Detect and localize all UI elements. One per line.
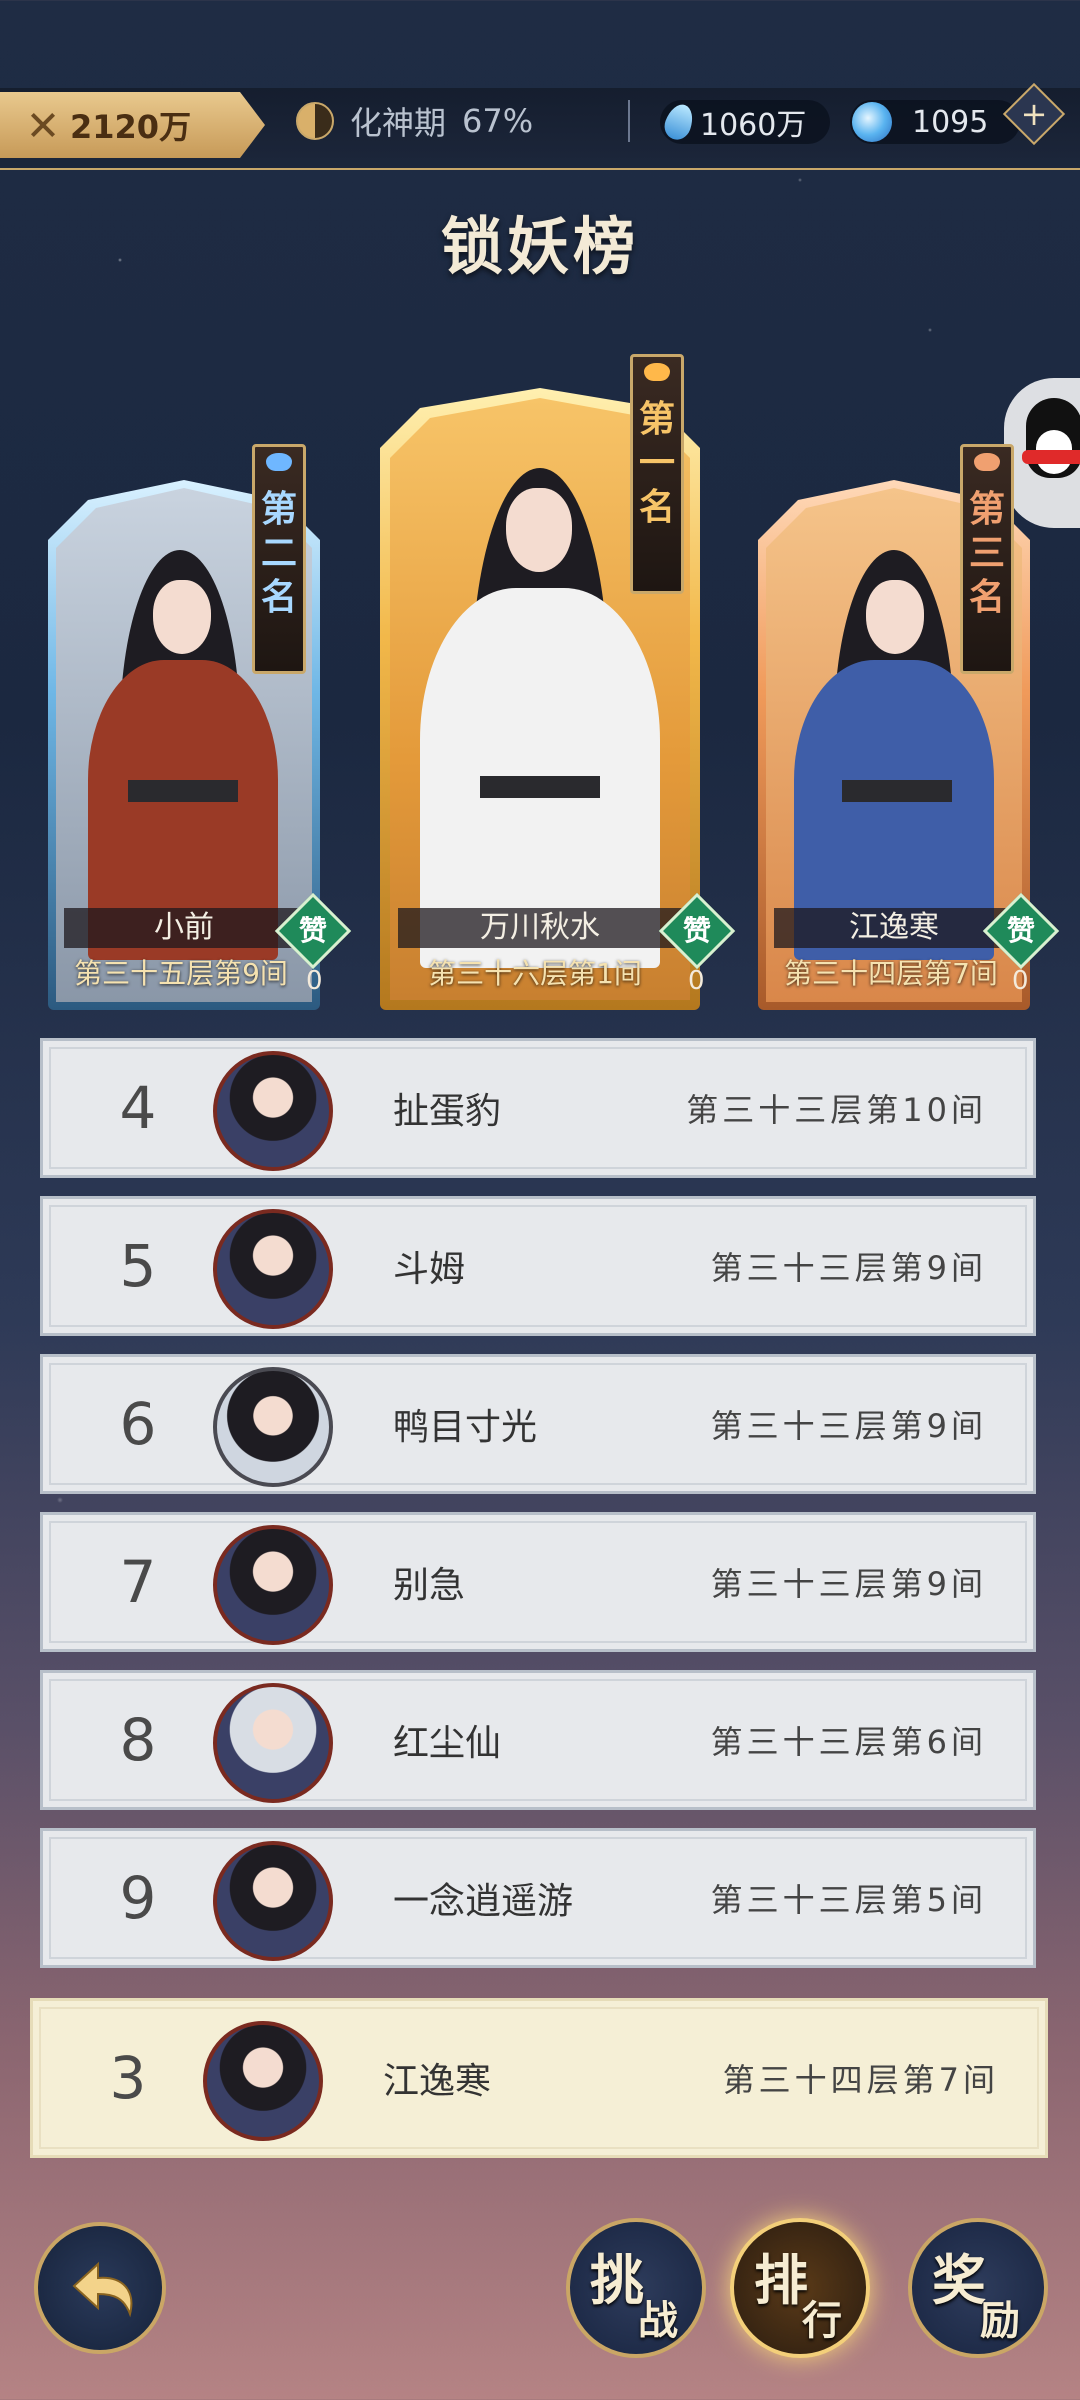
rank-char: 三 (968, 532, 1005, 574)
row-player-name: 一念逍遥游 (393, 1881, 574, 1922)
my-rank: 3 (109, 2044, 147, 2112)
row-player-name: 别急 (393, 1565, 466, 1606)
avatar[interactable] (213, 1051, 333, 1171)
ranking-row[interactable]: 8 红尘仙 第三十三层第6间 (40, 1670, 1036, 1810)
jade-value: 1095 (912, 104, 989, 140)
row-player-name: 鸭目寸光 (393, 1407, 538, 1448)
challenge-char: 战 (638, 2297, 678, 2344)
rank-char: 第 (638, 398, 675, 440)
spirit-stone-icon (660, 100, 698, 144)
ranking-row[interactable]: 6 鸭目寸光 第三十三层第9间 (40, 1354, 1036, 1494)
jade-gem-icon (852, 102, 892, 142)
row-rank: 9 (119, 1864, 157, 1932)
ranking-row[interactable]: 9 一念逍遥游 第三十三层第5间 (40, 1828, 1036, 1968)
back-button[interactable] (34, 2222, 166, 2354)
row-rank: 8 (119, 1706, 157, 1774)
challenge-button[interactable]: 挑 战 (566, 2218, 706, 2358)
rank-char: 名 (638, 486, 675, 528)
podium-floor-1st: 第三十六层第1间 (428, 957, 642, 990)
row-rank: 5 (119, 1232, 157, 1300)
row-player-name: 扯蛋豹 (393, 1091, 502, 1132)
row-floor: 第三十三层第9间 (710, 1407, 987, 1445)
spirit-stone-counter[interactable]: 1060万 (660, 100, 830, 144)
jade-counter[interactable]: 1095 (850, 100, 1020, 144)
rank-char: 一 (638, 442, 675, 484)
praise-label: 赞 (298, 914, 327, 947)
ranking-row[interactable]: 4 扯蛋豹 第三十三层第10间 (40, 1038, 1036, 1178)
praise-count-1st: 0 (688, 966, 705, 996)
reward-char: 励 (980, 2297, 1020, 2344)
podium-floor-2nd: 第三十五层第9间 (74, 957, 288, 990)
combat-power: 2120万 (0, 92, 265, 158)
ranking-row[interactable]: 7 别急 第三十三层第9间 (40, 1512, 1036, 1652)
row-player-name: 斗姆 (393, 1249, 466, 1290)
podium-name-2nd: 小前 (64, 908, 304, 948)
my-avatar[interactable] (203, 2021, 323, 2141)
avatar[interactable] (213, 1525, 333, 1645)
praise-label: 赞 (1006, 914, 1035, 947)
avatar[interactable] (213, 1209, 333, 1329)
row-floor: 第三十三层第5间 (710, 1881, 987, 1919)
rank-button-char: 排 (754, 2248, 808, 2312)
divider (628, 100, 630, 142)
combat-power-value: 2120万 (70, 108, 192, 146)
rank-char: 名 (260, 576, 297, 618)
row-rank: 7 (119, 1548, 157, 1616)
realm-progress: 67% (462, 102, 534, 140)
podium-name-1st: 万川秋水 (398, 908, 682, 948)
praise-count-3rd: 0 (1012, 966, 1029, 996)
penguin-scarf (1022, 450, 1080, 464)
rank-char: 第 (260, 488, 297, 530)
row-player-name: 红尘仙 (393, 1723, 502, 1764)
rank-button[interactable]: 排 行 (730, 2218, 870, 2358)
my-player-name: 江逸寒 (383, 2061, 492, 2102)
row-rank: 4 (119, 1074, 157, 1142)
top-resource-bar: 2120万 化神期 67% 1060万 1095 + (0, 82, 1080, 170)
crossed-swords-icon (28, 110, 58, 140)
row-floor: 第三十三层第10间 (686, 1091, 987, 1129)
spirit-stone-value: 1060万 (700, 108, 807, 143)
rank-char: 第 (968, 488, 1005, 530)
plus-icon: + (1020, 95, 1048, 133)
realm-name: 化神期 (350, 104, 447, 142)
rank-tag-1st: 第 一 名 (630, 354, 684, 594)
podium-floor-3rd: 第三十四层第7间 (784, 957, 998, 990)
avatar[interactable] (213, 1367, 333, 1487)
rank-char: 二 (260, 532, 297, 574)
row-rank: 6 (119, 1390, 157, 1458)
row-floor: 第三十三层第9间 (710, 1249, 987, 1287)
challenge-char: 挑 (590, 2248, 644, 2312)
lotus-icon (974, 453, 1000, 471)
avatar[interactable] (213, 1683, 333, 1803)
cultivation-realm[interactable]: 化神期 67% (296, 98, 533, 144)
reward-button[interactable]: 奖 励 (908, 2218, 1048, 2358)
rank-button-char: 行 (802, 2297, 842, 2344)
lotus-icon (266, 453, 292, 471)
podium-name-3rd: 江逸寒 (774, 908, 1014, 948)
rank-tag-2nd: 第 二 名 (252, 444, 306, 674)
row-floor: 第三十三层第6间 (710, 1723, 987, 1761)
my-floor: 第三十四层第7间 (722, 2061, 999, 2099)
taiji-icon (296, 102, 334, 140)
praise-label: 赞 (682, 914, 711, 947)
reward-char: 奖 (932, 2248, 986, 2312)
praise-count-2nd: 0 (306, 966, 323, 996)
ranking-row[interactable]: 5 斗姆 第三十三层第9间 (40, 1196, 1036, 1336)
page-title: 锁妖榜 (440, 210, 639, 283)
lotus-icon (644, 363, 670, 381)
my-rank-row[interactable]: 3 江逸寒 第三十四层第7间 (30, 1998, 1048, 2158)
avatar[interactable] (213, 1841, 333, 1961)
rank-tag-3rd: 第 三 名 (960, 444, 1014, 674)
rank-char: 名 (968, 576, 1005, 618)
back-arrow-icon (72, 2261, 133, 2318)
row-floor: 第三十三层第9间 (710, 1565, 987, 1603)
